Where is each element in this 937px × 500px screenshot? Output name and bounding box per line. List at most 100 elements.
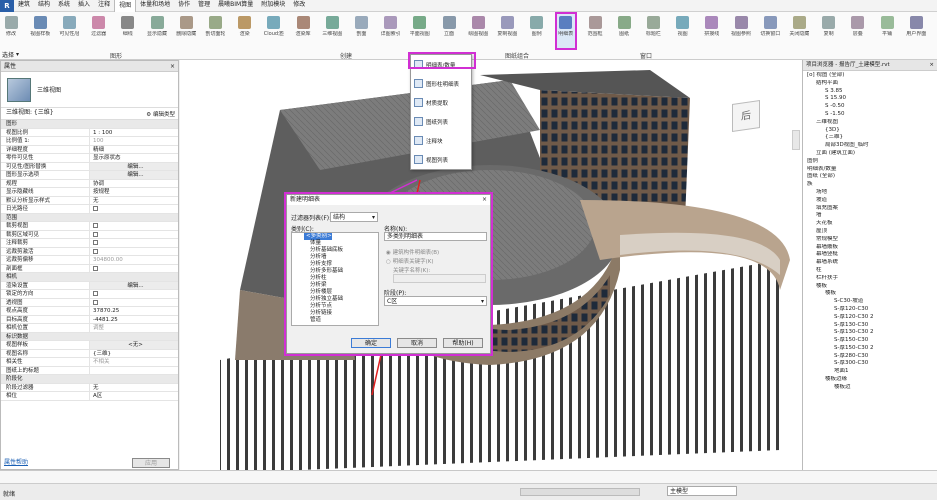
active-model-select[interactable]: 主模型 <box>667 486 737 496</box>
browser-item[interactable]: 坡道 <box>803 197 937 205</box>
browser-item[interactable]: 三维视图 <box>803 119 937 127</box>
workset-select[interactable] <box>520 488 640 496</box>
browser-item[interactable]: 幕墙竖梃 <box>803 251 937 259</box>
ribbon-button[interactable]: 图例 <box>528 14 546 48</box>
ribbon-button[interactable]: 视图 <box>674 14 692 48</box>
ribbon-button[interactable]: 立面 <box>440 14 458 48</box>
browser-item[interactable]: 明细表/数量 <box>803 166 937 174</box>
dropdown-item[interactable]: 图纸列表 <box>411 112 471 131</box>
select-label[interactable]: 选择 <box>2 50 14 59</box>
ribbon-button[interactable]: 可见性/图形 <box>59 14 79 48</box>
category-item[interactable]: 分析节点 <box>292 303 378 310</box>
browser-item[interactable]: 幕墙系统 <box>803 259 937 267</box>
browser-item[interactable]: S-厚120-C30 <box>803 306 937 314</box>
property-value[interactable]: 编辑... <box>89 171 178 179</box>
browser-item[interactable]: S 3.85 <box>803 88 937 96</box>
property-value[interactable] <box>89 290 178 298</box>
checkbox[interactable] <box>93 206 98 211</box>
property-value[interactable] <box>89 230 178 238</box>
menu-tab[interactable]: 修改 <box>289 0 309 12</box>
checkbox[interactable] <box>93 248 98 254</box>
radio-building-schedule[interactable]: ◉ 建筑构件明细表(B) <box>386 248 439 256</box>
menu-tab[interactable]: 管理 <box>194 0 214 12</box>
browser-item[interactable]: 局部3D视图_临时 <box>803 142 937 150</box>
property-value[interactable]: A区 <box>89 392 178 400</box>
browser-item[interactable]: 立面 (建筑立面) <box>803 150 937 158</box>
property-value[interactable]: 显示原状态 <box>89 154 178 162</box>
menu-tab[interactable]: 结构 <box>34 0 54 12</box>
browser-item[interactable]: 栏杆扶手 <box>803 275 937 283</box>
checkbox[interactable] <box>93 265 98 271</box>
filter-select[interactable]: 结构 ▾ <box>330 212 378 222</box>
ribbon-button[interactable]: 切换窗口 <box>760 14 780 48</box>
property-value[interactable]: 协调 <box>89 179 178 187</box>
browser-item[interactable]: 场地 <box>803 189 937 197</box>
browser-item[interactable]: 楼板边缘 <box>803 376 937 384</box>
property-value[interactable]: 304800.00 <box>89 256 178 264</box>
ribbon-button[interactable]: 详图索引 <box>381 14 401 48</box>
ribbon-button[interactable]: 标题栏 <box>644 14 662 48</box>
category-item[interactable]: <多类别> <box>304 233 332 240</box>
dropdown-item[interactable]: 材质提取 <box>411 93 471 112</box>
chevron-down-icon[interactable]: ▾ <box>16 51 19 58</box>
browser-item[interactable]: S-厚130-C30 2 <box>803 329 937 337</box>
ribbon-button[interactable]: 关闭隐藏对象 <box>789 14 809 48</box>
phase-select[interactable]: C区 ▾ <box>384 296 487 306</box>
category-item[interactable]: 分析独立基础 <box>292 296 378 303</box>
ribbon-button[interactable]: 视图样板 <box>30 14 50 48</box>
browser-item[interactable]: 天花板 <box>803 220 937 228</box>
ribbon-button[interactable]: 用户界面 <box>906 14 926 48</box>
category-list[interactable]: <多类别> 体量 分析基础底板 分析墙 分析支撑 分析多形基础 分析柱 分析梁 分析楼层 分析独立… <box>291 232 379 326</box>
property-value[interactable]: <无> <box>89 341 178 349</box>
category-item[interactable]: 管道 <box>292 317 378 324</box>
ribbon-button[interactable]: 删除隐藏线 <box>176 14 196 48</box>
properties-help-link[interactable]: 属性帮助 <box>4 457 28 466</box>
ribbon-button[interactable]: 过滤器 <box>90 14 108 48</box>
category-item[interactable]: 分析柱 <box>292 275 378 282</box>
browser-item[interactable]: S -0.50 <box>803 103 937 111</box>
name-input[interactable]: 多类别明细表 <box>384 232 487 241</box>
property-value[interactable]: 精细 <box>89 145 178 153</box>
browser-item[interactable]: 墙 <box>803 212 937 220</box>
property-value[interactable] <box>89 366 178 374</box>
help-button[interactable]: 帮助(H) <box>443 338 483 348</box>
browser-item[interactable]: 地面1 <box>803 368 937 376</box>
browser-item[interactable]: S -1.50 <box>803 111 937 119</box>
radio-key-schedule[interactable]: ○ 明细表关键字(K) <box>386 257 433 265</box>
browser-item[interactable]: S-厚150-C30 2 <box>803 345 937 353</box>
3d-viewport[interactable]: 后 <box>180 60 802 470</box>
category-item[interactable]: 分析楼层 <box>292 289 378 296</box>
property-value[interactable]: 100 <box>89 137 178 145</box>
browser-item[interactable]: 幕墙嵌板 <box>803 244 937 252</box>
browser-item[interactable]: 柱 <box>803 267 937 275</box>
property-value[interactable]: 按规程 <box>89 188 178 196</box>
browser-item[interactable]: 楼板 <box>803 283 937 291</box>
ribbon-button[interactable]: Cloud渲染 <box>264 14 284 48</box>
browser-item[interactable]: 填充图案 <box>803 205 937 213</box>
browser-item[interactable]: {三维} <box>803 134 937 142</box>
type-selector[interactable]: 三维视图 <box>1 72 178 108</box>
browser-item[interactable]: S-厚150-C30 <box>803 337 937 345</box>
browser-item[interactable]: S-厚280-C30 <box>803 353 937 361</box>
menu-tab[interactable]: 附加模块 <box>257 0 289 12</box>
ribbon-button[interactable]: 细线 <box>119 14 137 48</box>
browser-item[interactable]: 常规模型 <box>803 236 937 244</box>
close-icon[interactable]: × <box>482 195 487 205</box>
ok-button[interactable]: 确定 <box>351 338 391 348</box>
browser-item[interactable]: S-厚300-C30 <box>803 360 937 368</box>
browser-item[interactable]: [o] 视图 (全部) <box>803 72 937 80</box>
browser-item[interactable]: 图纸 (全部) <box>803 173 937 181</box>
instance-selector[interactable]: 三维视图: {三维} <box>4 109 124 118</box>
ribbon-button[interactable]: 显示隐藏线 <box>147 14 167 48</box>
property-value[interactable]: 编辑... <box>89 162 178 170</box>
property-value[interactable] <box>89 247 178 255</box>
ribbon-button[interactable]: 渲染 <box>236 14 254 48</box>
app-menu-button[interactable]: R <box>0 0 14 12</box>
property-value[interactable] <box>89 222 178 230</box>
property-value[interactable]: 1 : 100 <box>89 128 178 136</box>
category-item[interactable]: 体量 <box>292 240 378 247</box>
edit-type-button[interactable]: ⚙ 编辑类型 <box>146 110 175 118</box>
browser-item[interactable]: 楼板边 <box>803 384 937 392</box>
menu-tab[interactable]: 注释 <box>94 0 114 12</box>
property-value[interactable]: 编辑... <box>89 281 178 289</box>
